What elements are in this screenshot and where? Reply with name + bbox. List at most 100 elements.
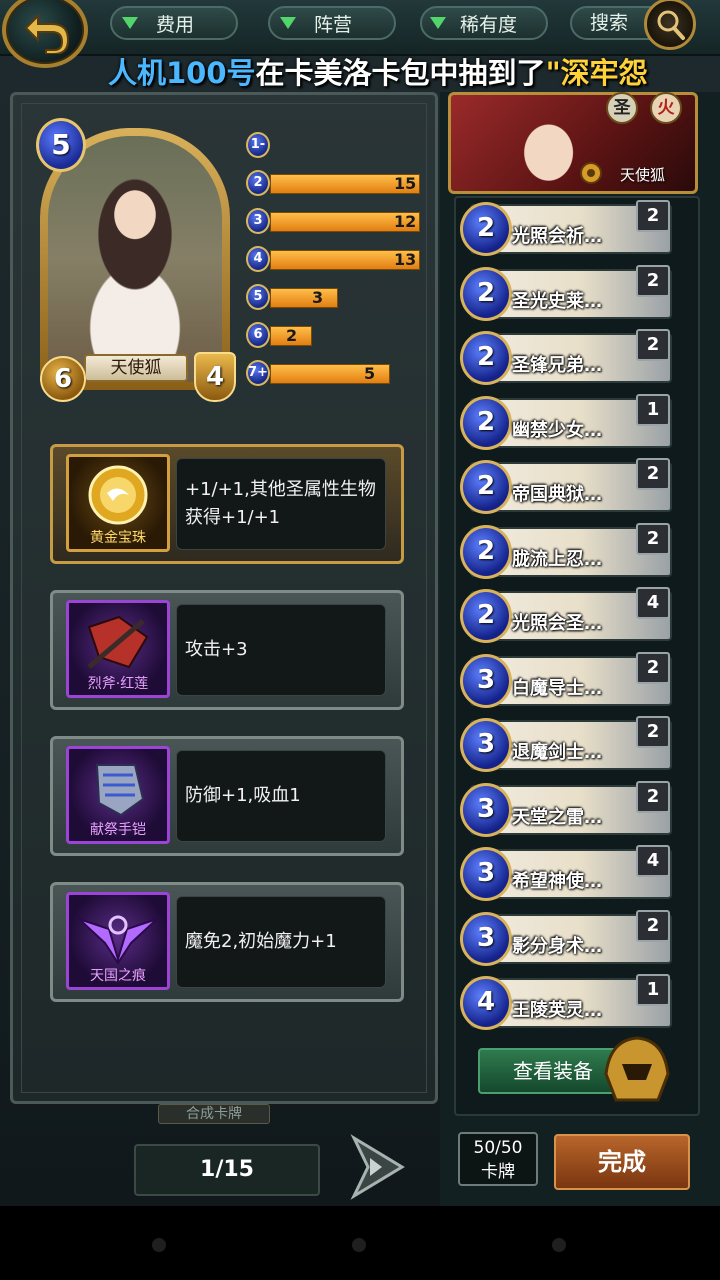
axe-icon: 烈斧·红莲 bbox=[66, 600, 170, 698]
search-icon[interactable] bbox=[644, 0, 696, 50]
page-indicator: 1/15 bbox=[134, 1144, 320, 1196]
deck-card-row[interactable]: 3 退魔剑士… 2 bbox=[460, 716, 672, 772]
equipment-slot-1[interactable]: 黄金宝珠 +1/+1,其他圣属性生物获得+1/+1 bbox=[50, 444, 404, 564]
cost-curve-gem: 1- bbox=[246, 132, 270, 158]
nav-back-button[interactable] bbox=[152, 1238, 166, 1252]
announcement-player: 人机100号 bbox=[108, 56, 256, 90]
deck-card-name: 光照会祈… bbox=[512, 226, 602, 247]
announcement-marquee: 人机100号在卡美洛卡包中抽到了"深牢怨 bbox=[0, 54, 720, 92]
deck-card-row[interactable]: 2 帝国典狱… 2 bbox=[460, 458, 672, 514]
game-screen: 费用 阵营 稀有度 搜索 人机100号在卡美洛卡包中抽到了"深牢怨 5 天使狐 … bbox=[0, 0, 720, 1206]
synthesize-card-label[interactable]: 合成卡牌 bbox=[158, 1104, 270, 1124]
deck-card-row[interactable]: 4 王陵英灵… 1 bbox=[460, 974, 672, 1030]
filter-cost[interactable]: 费用 bbox=[110, 6, 238, 40]
deck-card-cost: 2 bbox=[460, 524, 512, 579]
cost-curve-gem: 6 bbox=[246, 322, 270, 348]
deck-card-cost: 3 bbox=[460, 718, 512, 772]
hero-attack-badge: 6 bbox=[40, 356, 86, 402]
deck-card-row[interactable]: 3 影分身术… 2 bbox=[460, 909, 672, 966]
deck-card-row[interactable]: 2 胧流上忍… 2 bbox=[460, 522, 672, 579]
nav-recent-button[interactable] bbox=[552, 1238, 566, 1252]
wing-emblem-icon: 天国之痕 bbox=[66, 892, 170, 990]
equipment-description: 攻击+3 bbox=[176, 604, 386, 696]
deck-card-cost: 3 bbox=[460, 782, 512, 837]
deck-card-count: 1 bbox=[636, 393, 670, 426]
equipment-slot-2[interactable]: 烈斧·红莲 攻击+3 bbox=[50, 590, 404, 710]
element-holy-badge: 圣 bbox=[606, 92, 638, 124]
cost-curve-row: 4 13 bbox=[246, 246, 426, 272]
deck-size-unit: 卡牌 bbox=[481, 1162, 515, 1182]
top-bar: 费用 阵营 稀有度 搜索 bbox=[0, 0, 720, 68]
cost-curve-gem: 4 bbox=[246, 246, 270, 272]
equipment-slot-4[interactable]: 天国之痕 魔免2,初始魔力+1 bbox=[50, 882, 404, 1002]
filter-cost-label: 费用 bbox=[156, 13, 195, 36]
cost-curve-row: 1- bbox=[246, 132, 426, 158]
next-page-arrow-icon[interactable] bbox=[348, 1132, 408, 1202]
dropdown-triangle-icon bbox=[430, 17, 446, 29]
cost-curve-count: 15 bbox=[394, 174, 417, 193]
deck-card-row[interactable]: 2 光照会圣… 4 bbox=[460, 587, 672, 643]
deck-card-name: 白魔导士… bbox=[512, 677, 602, 699]
deck-card-count: 2 bbox=[636, 909, 670, 942]
deck-card-name: 圣锋兄弟… bbox=[512, 355, 602, 376]
element-fire-badge: 火 bbox=[650, 92, 682, 124]
deck-card-count: 2 bbox=[636, 264, 670, 297]
deck-card-count: 2 bbox=[636, 200, 670, 232]
cost-curve-count: 12 bbox=[394, 212, 417, 231]
deck-card-cost: 2 bbox=[460, 460, 512, 514]
filter-rarity-label: 稀有度 bbox=[460, 13, 518, 36]
deck-card-count: 2 bbox=[636, 716, 670, 748]
hero-card-art bbox=[48, 136, 222, 382]
equipment-slot-3[interactable]: 献祭手铠 防御+1,吸血1 bbox=[50, 736, 404, 856]
deck-card-row[interactable]: 2 幽禁少女… 1 bbox=[460, 393, 672, 450]
deck-card-count: 2 bbox=[636, 329, 670, 361]
back-arrow-icon bbox=[24, 13, 70, 54]
deck-card-name: 影分身术… bbox=[512, 935, 602, 957]
deck-card-row[interactable]: 2 圣光史莱… 2 bbox=[460, 264, 672, 321]
cost-curve-row: 7+ 5 bbox=[246, 360, 426, 386]
deck-card-name: 退魔剑士… bbox=[512, 742, 602, 763]
cost-curve-gem: 3 bbox=[246, 208, 270, 234]
deck-card-row[interactable]: 2 光照会祈… 2 bbox=[460, 200, 672, 256]
equipment-description: 防御+1,吸血1 bbox=[176, 750, 386, 842]
deck-card-name: 胧流上忍… bbox=[512, 548, 602, 570]
deck-card-cost: 2 bbox=[460, 395, 512, 450]
equipment-description: +1/+1,其他圣属性生物获得+1/+1 bbox=[176, 458, 386, 550]
cost-curve-gem: 5 bbox=[246, 284, 270, 310]
filter-rarity[interactable]: 稀有度 bbox=[420, 6, 548, 40]
cost-curve-bar bbox=[270, 288, 338, 308]
filter-faction-label: 阵营 bbox=[314, 13, 353, 36]
cost-curve-count: 13 bbox=[394, 250, 417, 269]
deck-card-row[interactable]: 2 圣锋兄弟… 2 bbox=[460, 329, 672, 385]
cost-curve-count: 3 bbox=[312, 288, 324, 307]
gear-icon[interactable] bbox=[576, 158, 606, 188]
deck-card-row[interactable]: 3 天堂之雷… 2 bbox=[460, 780, 672, 837]
helmet-icon bbox=[596, 1034, 678, 1108]
deck-card-row[interactable]: 3 希望神使… 4 bbox=[460, 845, 672, 901]
deck-card-count: 2 bbox=[636, 522, 670, 555]
filter-faction[interactable]: 阵营 bbox=[268, 6, 396, 40]
deck-card-cost: 3 bbox=[460, 911, 512, 966]
deck-size-counter: 50/50 卡牌 bbox=[458, 1132, 538, 1186]
nav-home-button[interactable] bbox=[352, 1238, 366, 1252]
deck-card-cost: 2 bbox=[460, 202, 512, 256]
deck-card-cost: 2 bbox=[460, 589, 512, 643]
deck-card-name: 希望神使… bbox=[512, 871, 602, 892]
cost-curve-gem: 2 bbox=[246, 170, 270, 196]
golden-orb-icon: 黄金宝珠 bbox=[66, 454, 170, 552]
equipment-name: 黄金宝珠 bbox=[90, 530, 146, 546]
deck-card-count: 4 bbox=[636, 587, 670, 619]
deck-card-cost: 2 bbox=[460, 331, 512, 385]
cost-curve-row: 53 bbox=[246, 284, 426, 310]
announcement-text: 在卡美洛卡包中抽到了 bbox=[255, 56, 546, 90]
deck-card-name: 幽禁少女… bbox=[512, 419, 602, 441]
hero-defense-badge: 4 bbox=[194, 352, 236, 402]
equipment-name: 天国之痕 bbox=[90, 968, 146, 984]
done-button[interactable]: 完成 bbox=[554, 1134, 690, 1190]
equipment-name: 烈斧·红莲 bbox=[87, 676, 149, 692]
cost-curve-count: 5 bbox=[364, 364, 376, 383]
deck-card-row[interactable]: 3 白魔导士… 2 bbox=[460, 651, 672, 708]
cost-curve-row: 62 bbox=[246, 322, 426, 348]
deck-card-cost: 2 bbox=[460, 266, 512, 321]
hero-card[interactable]: 5 天使狐 6 4 bbox=[30, 118, 238, 402]
